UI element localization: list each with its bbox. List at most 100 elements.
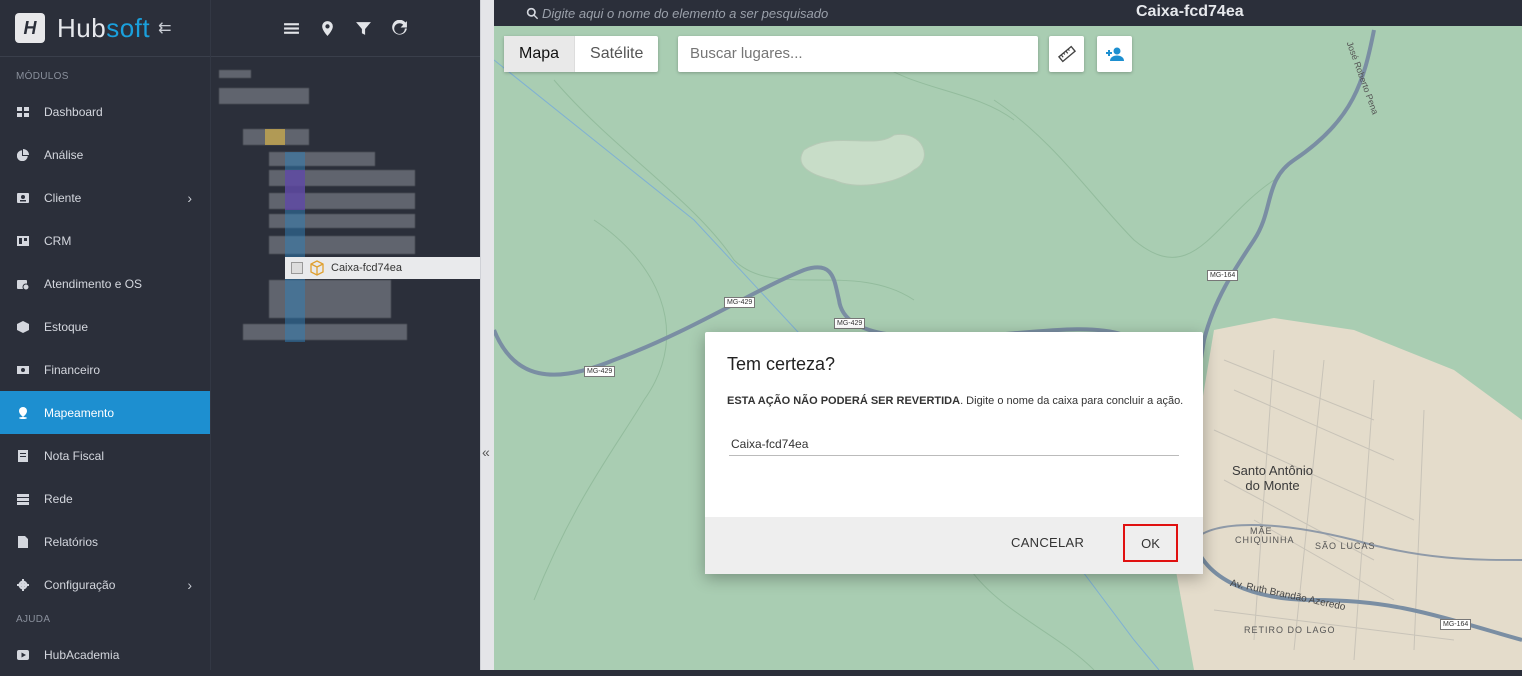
map-marker-icon[interactable] <box>318 18 338 38</box>
sidebar-nav: Dashboard Análise Cliente › CRM Atendimento e… <box>0 90 210 606</box>
search-icon <box>526 7 539 19</box>
tree-color-strip <box>285 170 305 210</box>
sidebar-item-dashboard[interactable]: Dashboard <box>0 90 210 133</box>
gear-icon <box>16 578 30 592</box>
sidebar-item-label: Análise <box>44 147 84 162</box>
road-label: MG-429 <box>724 297 756 308</box>
pie-chart-icon <box>16 148 30 162</box>
brand-name: Hubsoft <box>57 13 150 44</box>
brand-header: H Hubsoft ⇇ <box>0 0 210 57</box>
box-icon <box>310 260 324 276</box>
sidebar-item-crm[interactable]: CRM <box>0 219 210 262</box>
tree-node-label: Caixa-fcd74ea <box>331 262 402 274</box>
sidebar-item-analise[interactable]: Análise <box>0 133 210 176</box>
sidebar-item-atendimento-e-os[interactable]: Atendimento e OS <box>0 262 210 305</box>
chevron-right-icon: › <box>187 576 192 593</box>
box-name-confirm-input[interactable] <box>729 432 1179 456</box>
map-title: Caixa-fcd74ea <box>1136 3 1244 20</box>
sidebar-item-label: HubAcademia <box>44 647 120 662</box>
dialog-title: Tem certeza? <box>727 354 836 374</box>
sidebar-item-cliente[interactable]: Cliente › <box>0 176 210 219</box>
road-label: MG-164 <box>1207 270 1239 281</box>
money-icon <box>16 363 30 377</box>
brand-suffix: soft <box>106 12 151 43</box>
cube-icon <box>16 320 30 334</box>
map-topbar: Digite aqui o nome do elemento a ser pes… <box>494 0 1522 26</box>
panel-splitter[interactable]: « <box>480 0 494 670</box>
ok-button[interactable]: OK <box>1123 524 1178 562</box>
town-area <box>1174 318 1522 670</box>
dialog-warning: ESTA AÇÃO NÃO PODERÁ SER REVERTIDA <box>727 395 961 407</box>
road-label: MG-429 <box>834 318 866 329</box>
collapse-panel-icon[interactable]: « <box>482 444 490 460</box>
sidebar-item-label: Configuração <box>44 577 116 592</box>
confirm-delete-dialog: Tem certeza? ESTA AÇÃO NÃO PODERÁ SER RE… <box>705 332 1203 574</box>
road-label: MG-429 <box>584 366 616 377</box>
ruler-icon <box>1057 45 1076 63</box>
stream-line <box>494 59 825 361</box>
sidebar-item-mapeamento[interactable]: Mapeamento <box>0 391 210 434</box>
add-client-button[interactable] <box>1097 36 1132 72</box>
board-icon <box>16 234 30 248</box>
tree-color-strip <box>265 129 285 145</box>
sidebar-item-label: Atendimento e OS <box>44 276 143 291</box>
receipt-icon <box>16 449 30 463</box>
dialog-message: ESTA AÇÃO NÃO PODERÁ SER REVERTIDA. Digi… <box>727 395 1183 407</box>
map-pin-icon <box>16 406 30 420</box>
dialog-footer: CANCELAR OK <box>705 517 1203 574</box>
place-label: Santo Antônio do Monte <box>1232 463 1313 493</box>
section-title-modules: MÓDULOS <box>16 71 69 82</box>
sidebar-item-label: Relatórios <box>44 534 99 549</box>
map-type-control: Mapa Satélite <box>504 36 659 72</box>
network-tree-panel: Caixa-fcd74ea <box>210 0 481 670</box>
sidebar-item-label: Nota Fiscal <box>44 448 105 463</box>
map-type-mapa[interactable]: Mapa <box>504 36 576 72</box>
brand-prefix: Hub <box>57 12 107 43</box>
road-label: MG-164 <box>1440 619 1472 630</box>
ruler-button[interactable] <box>1049 36 1084 72</box>
neighborhood-label: RETIRO DO LAGO <box>1244 625 1336 635</box>
element-search-placeholder: Digite aqui o nome do elemento a ser pes… <box>542 5 829 21</box>
element-search[interactable]: Digite aqui o nome do elemento a ser pes… <box>526 6 828 21</box>
sidebar-item-label: Cliente <box>44 190 82 205</box>
sidebar-item-relatorios[interactable]: Relatórios <box>0 520 210 563</box>
chevron-right-icon: › <box>187 189 192 206</box>
place-label-line: do Monte <box>1245 478 1300 493</box>
neighborhood-label: SÃO LUCAS <box>1315 541 1376 551</box>
tree-blur-block <box>219 70 251 78</box>
neighborhood-label: CHIQUINHA <box>1235 535 1295 545</box>
document-icon <box>16 535 30 549</box>
dialog-instructions: . Digite o nome da caixa para concluir a… <box>960 395 1184 407</box>
play-icon <box>16 648 30 662</box>
sidebar-item-label: Dashboard <box>44 104 103 119</box>
sidebar-item-configuracao[interactable]: Configuração › <box>0 563 210 606</box>
menu-icon[interactable] <box>282 18 302 38</box>
place-label-line: Santo Antônio <box>1232 463 1313 478</box>
tree-blur-block <box>219 88 309 104</box>
tree-node-checkbox[interactable] <box>291 262 303 274</box>
sidebar-item-nota-fiscal[interactable]: Nota Fiscal <box>0 434 210 477</box>
add-person-icon <box>1105 47 1124 61</box>
sidebar-item-label: Estoque <box>44 319 89 334</box>
sidebar-item-label: CRM <box>44 233 72 248</box>
section-title-help: AJUDA <box>16 614 51 625</box>
tree-node-selected[interactable]: Caixa-fcd74ea <box>285 257 481 279</box>
terrain-blob <box>800 133 925 186</box>
filter-icon[interactable] <box>354 18 374 38</box>
refresh-icon[interactable] <box>390 18 410 38</box>
dashboard-icon <box>16 105 30 119</box>
sidebar-item-label: Financeiro <box>44 362 101 377</box>
main-sidebar: H Hubsoft ⇇ MÓDULOS Dashboard Análise Clie… <box>0 0 210 670</box>
map-type-satelite[interactable]: Satélite <box>575 36 658 72</box>
places-search-input[interactable]: Buscar lugares... <box>678 36 1038 72</box>
cancel-button[interactable]: CANCELAR <box>1011 535 1084 550</box>
sidebar-item-financeiro[interactable]: Financeiro <box>0 348 210 391</box>
sidebar-item-estoque[interactable]: Estoque <box>0 305 210 348</box>
sidebar-item-rede[interactable]: Rede <box>0 477 210 520</box>
contact-card-icon <box>16 191 30 205</box>
collapse-sidebar-icon[interactable]: ⇇ <box>158 18 171 38</box>
tree-toolbar <box>211 0 480 57</box>
hubsoft-logo-icon[interactable]: H <box>15 13 45 43</box>
calendar-clock-icon <box>16 277 30 291</box>
server-icon <box>16 492 30 506</box>
